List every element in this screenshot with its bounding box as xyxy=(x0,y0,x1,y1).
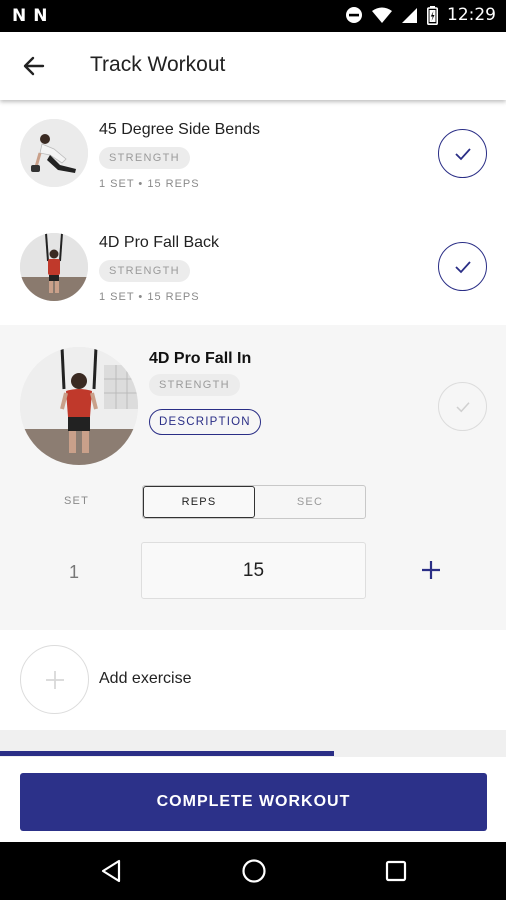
status-time: 12:29 xyxy=(447,5,496,25)
reps-mode-button[interactable]: REPS xyxy=(143,486,255,518)
exercise-meta: 1 SET • 15 REPS xyxy=(99,178,200,190)
complete-check-button[interactable] xyxy=(438,382,487,431)
add-exercise-label: Add exercise xyxy=(99,670,192,687)
category-tag: STRENGTH xyxy=(149,374,240,396)
circle-home-icon xyxy=(242,859,266,883)
current-exercise-name: 4D Pro Fall In xyxy=(149,350,252,367)
description-button[interactable]: DESCRIPTION xyxy=(149,409,261,435)
check-icon xyxy=(455,401,470,412)
add-exercise-row[interactable]: Add exercise xyxy=(0,630,506,730)
mode-toggle: REPS SEC xyxy=(142,485,366,519)
category-tag: STRENGTH xyxy=(99,147,190,169)
battery-icon xyxy=(427,5,438,25)
triangle-back-icon xyxy=(101,859,121,883)
set-number: 1 xyxy=(69,562,80,582)
arrow-left-icon xyxy=(23,56,45,76)
back-button[interactable] xyxy=(18,50,50,82)
exercise-meta: 1 SET • 15 REPS xyxy=(99,291,200,303)
exercise-name: 45 Degree Side Bends xyxy=(99,121,260,138)
sec-mode-button[interactable]: SEC xyxy=(255,486,365,518)
status-bar: N N 12:29 xyxy=(0,0,506,32)
wifi-icon xyxy=(372,7,392,23)
app-bar: Track Workout xyxy=(0,32,506,100)
exercise-thumbnail xyxy=(20,119,88,187)
square-recents-icon xyxy=(385,860,407,882)
current-exercise-panel: 4D Pro Fall In STRENGTH DESCRIPTION SET … xyxy=(0,325,506,630)
complete-workout-button[interactable]: COMPLETE WORKOUT xyxy=(20,773,487,831)
do-not-disturb-icon xyxy=(346,7,362,23)
plus-icon xyxy=(45,670,64,689)
exercise-thumbnail xyxy=(20,347,138,465)
status-left: N N xyxy=(12,6,47,26)
check-icon xyxy=(454,260,471,273)
notification-n-icon: N xyxy=(12,6,26,26)
exercise-row[interactable]: 4D Pro Fall Back STRENGTH 1 SET • 15 REP… xyxy=(0,212,506,325)
status-right: 12:29 xyxy=(345,5,496,25)
exercise-row[interactable]: 45 Degree Side Bends STRENGTH 1 SET • 15… xyxy=(0,100,506,212)
exercise-thumbnail xyxy=(20,233,88,301)
exercise-name: 4D Pro Fall Back xyxy=(99,234,220,251)
nav-back-button[interactable] xyxy=(99,858,125,884)
complete-check-button[interactable] xyxy=(438,129,487,178)
workout-progress-bar xyxy=(0,751,334,756)
notification-n-icon: N xyxy=(33,6,47,26)
system-nav-bar xyxy=(0,842,506,900)
screen: N N 12:29 Track Workout 45 Degree Side B… xyxy=(0,0,506,900)
plus-icon xyxy=(422,561,440,579)
reps-input[interactable]: 15 xyxy=(141,542,366,599)
add-set-button[interactable] xyxy=(418,557,444,583)
add-exercise-circle[interactable] xyxy=(20,645,89,714)
signal-icon xyxy=(402,7,417,23)
complete-check-button[interactable] xyxy=(438,242,487,291)
nav-recents-button[interactable] xyxy=(383,858,409,884)
check-icon xyxy=(454,147,471,160)
nav-home-button[interactable] xyxy=(241,858,267,884)
set-column-label: SET xyxy=(64,495,89,507)
category-tag: STRENGTH xyxy=(99,260,190,282)
page-title: Track Workout xyxy=(90,53,226,76)
